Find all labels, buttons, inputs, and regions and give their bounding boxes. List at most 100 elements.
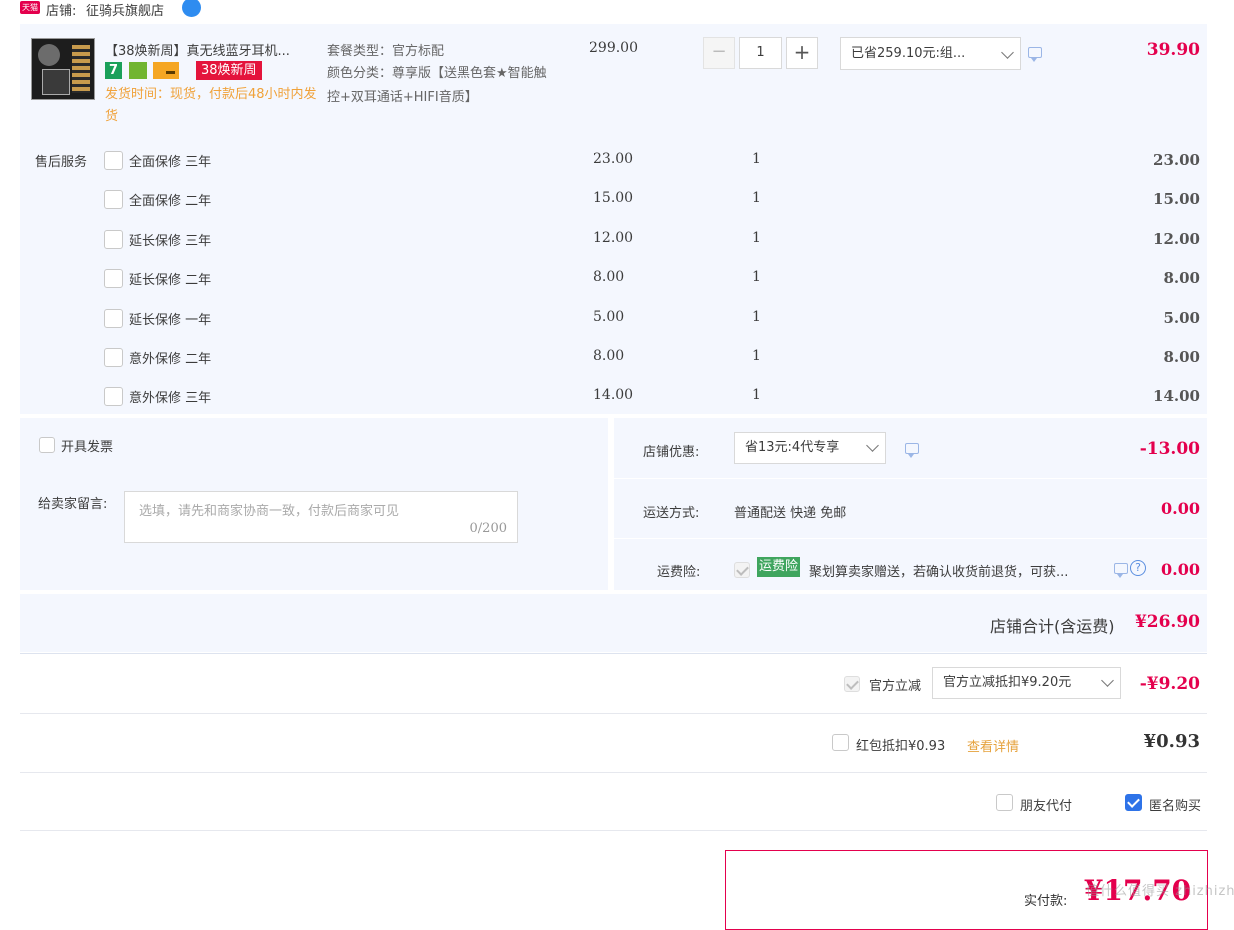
message-placeholder: 选填，请先和商家协商一致，付款后商家可见 — [139, 504, 400, 519]
insurance-amount: 0.00 — [1161, 560, 1200, 579]
friend-pay-label: 朋友代付 — [1020, 799, 1073, 814]
after-sales-name: 延长保修 三年 — [129, 233, 212, 249]
comment-icon[interactable] — [905, 443, 919, 458]
shop-guarantee-icon — [129, 62, 147, 79]
after-sales-row: 意外保修 二年 8.00 1 8.00 — [0, 337, 1234, 376]
after-sales-row: 全面保修 三年 23.00 1 23.00 — [0, 140, 1234, 179]
shipping-amount: 0.00 — [1161, 499, 1200, 518]
after-sales-name: 意外保修 二年 — [129, 352, 212, 367]
official-checkbox — [844, 676, 860, 692]
after-sales-price: 8.00 — [593, 269, 625, 286]
chevron-down-icon — [1101, 674, 1114, 687]
redpacket-amount: ¥0.93 — [1143, 731, 1200, 752]
after-sales-row: 意外保修 三年 14.00 1 14.00 — [0, 376, 1234, 415]
message-label: 给卖家留言: — [38, 497, 108, 512]
after-sales-price: 15.00 — [593, 190, 634, 207]
shop-total-label: 店铺合计(含运费) — [990, 617, 1115, 636]
watermark: 值什么值得买 zhizhizhi.com — [1086, 884, 1234, 899]
official-amount: -¥9.20 — [1139, 674, 1200, 694]
after-sales-qty: 1 — [752, 387, 761, 404]
after-sales-qty: 1 — [752, 308, 761, 325]
after-sales-row: 全面保修 二年 15.00 1 15.00 — [0, 179, 1234, 218]
after-sales-qty: 1 — [752, 151, 761, 167]
anonymous-label: 匿名购买 — [1149, 799, 1202, 814]
quantity-stepper: − 1 + — [703, 37, 818, 69]
wangwang-chat-icon[interactable] — [182, 0, 201, 17]
after-sales-price: 14.00 — [593, 387, 634, 404]
shop-discount-amount: -13.00 — [1139, 439, 1200, 459]
official-select-value: 官方立减抵扣¥9.20元 — [943, 675, 1072, 690]
after-sales-total: 12.00 — [1153, 229, 1200, 248]
redpacket-details-link[interactable]: 查看详情 — [967, 736, 1019, 755]
official-select[interactable]: 官方立减抵扣¥9.20元 — [932, 667, 1121, 699]
product-thumbnail[interactable] — [31, 38, 95, 100]
unit-price: 299.00 — [589, 40, 638, 56]
after-sales-name: 意外保修 三年 — [129, 391, 212, 407]
after-sales-checkbox[interactable] — [104, 151, 123, 170]
after-sales-qty: 1 — [752, 269, 761, 286]
product-total: 39.90 — [1146, 40, 1200, 60]
seven-day-return-badge: 7 — [105, 62, 122, 79]
official-label: 官方立减 — [869, 679, 922, 694]
anonymous-checkbox[interactable] — [1125, 794, 1142, 811]
insurance-checkbox — [734, 562, 750, 578]
quantity-input[interactable]: 1 — [739, 37, 782, 69]
promo-badge: 38焕新周 — [196, 61, 262, 80]
after-sales-total: 8.00 — [1163, 348, 1200, 366]
after-sales-checkbox[interactable] — [104, 190, 123, 210]
after-sales-checkbox[interactable] — [104, 229, 123, 249]
redpacket-checkbox[interactable] — [832, 734, 849, 751]
after-sales-name: 全面保修 三年 — [129, 155, 212, 170]
shipping-note: 发货时间：现货，付款后48小时内发货 — [105, 87, 317, 124]
friend-pay-checkbox[interactable] — [996, 794, 1013, 811]
redpacket-label: 红包抵扣¥0.93 — [856, 739, 946, 754]
insurance-label: 运费险: — [657, 565, 701, 580]
shipping-label: 运送方式: — [643, 506, 700, 521]
comment-icon[interactable] — [1114, 563, 1128, 578]
spec-color: 颜色分类：尊享版【送黑色套★智能触控+双耳通话+HIFI音质】 — [327, 66, 547, 105]
after-sales-checkbox[interactable] — [104, 269, 123, 289]
after-sales-name: 延长保修 二年 — [129, 273, 212, 289]
shipping-method: 普通配送 快递 免邮 — [734, 506, 847, 521]
tmall-badge: 天猫 — [20, 1, 40, 14]
after-sales-checkbox[interactable] — [104, 387, 123, 407]
after-sales-name: 延长保修 一年 — [129, 312, 212, 328]
shop-discount-select-value: 省13元:4代专享 — [745, 440, 840, 455]
shop-discount-select[interactable]: 省13元:4代专享 — [734, 432, 886, 464]
after-sales-total: 5.00 — [1163, 308, 1200, 327]
after-sales-name: 全面保修 二年 — [129, 194, 212, 210]
after-sales-qty: 1 — [752, 190, 761, 207]
after-sales-checkbox[interactable] — [104, 348, 123, 367]
after-sales-qty: 1 — [752, 229, 761, 246]
after-sales-total: 23.00 — [1153, 151, 1200, 169]
message-counter: 0/200 — [469, 521, 507, 536]
increase-button[interactable]: + — [786, 37, 818, 69]
help-icon[interactable]: ? — [1130, 560, 1146, 576]
after-sales-total: 14.00 — [1153, 387, 1200, 406]
insurance-desc: 聚划算卖家赠送，若确认收货前退货，可获... — [809, 565, 1069, 580]
credit-card-icon — [153, 62, 179, 79]
discount-select[interactable]: 已省259.10元:组... — [840, 37, 1021, 70]
after-sales-total: 8.00 — [1163, 269, 1200, 288]
after-sales-row: 延长保修 三年 12.00 1 12.00 — [0, 219, 1234, 258]
payment-label: 实付款: — [1024, 894, 1068, 909]
after-sales-checkbox[interactable] — [104, 308, 123, 328]
invoice-label: 开具发票 — [61, 440, 114, 455]
shop-header: 天猫 店铺: 征骑兵旗舰店 — [20, 0, 420, 19]
message-input[interactable]: 选填，请先和商家协商一致，付款后商家可见 0/200 — [124, 491, 518, 543]
insurance-tag: 运费险 — [757, 557, 801, 577]
product-title[interactable]: 【38焕新周】真无线蓝牙耳机... — [105, 40, 315, 59]
invoice-checkbox[interactable] — [39, 437, 55, 453]
after-sales-total: 15.00 — [1153, 190, 1200, 209]
shop-discount-label: 店铺优惠: — [643, 445, 700, 460]
decrease-button[interactable]: − — [703, 37, 735, 69]
comment-icon[interactable] — [1028, 47, 1042, 62]
shop-name[interactable]: 征骑兵旗舰店 — [86, 0, 164, 19]
after-sales-price: 8.00 — [593, 348, 625, 364]
after-sales-row: 延长保修 二年 8.00 1 8.00 — [0, 258, 1234, 297]
after-sales-price: 5.00 — [593, 308, 625, 325]
shop-total-amount: ¥26.90 — [1134, 612, 1200, 632]
after-sales-qty: 1 — [752, 348, 761, 364]
after-sales-price: 23.00 — [593, 151, 634, 167]
chevron-down-icon — [866, 439, 879, 452]
